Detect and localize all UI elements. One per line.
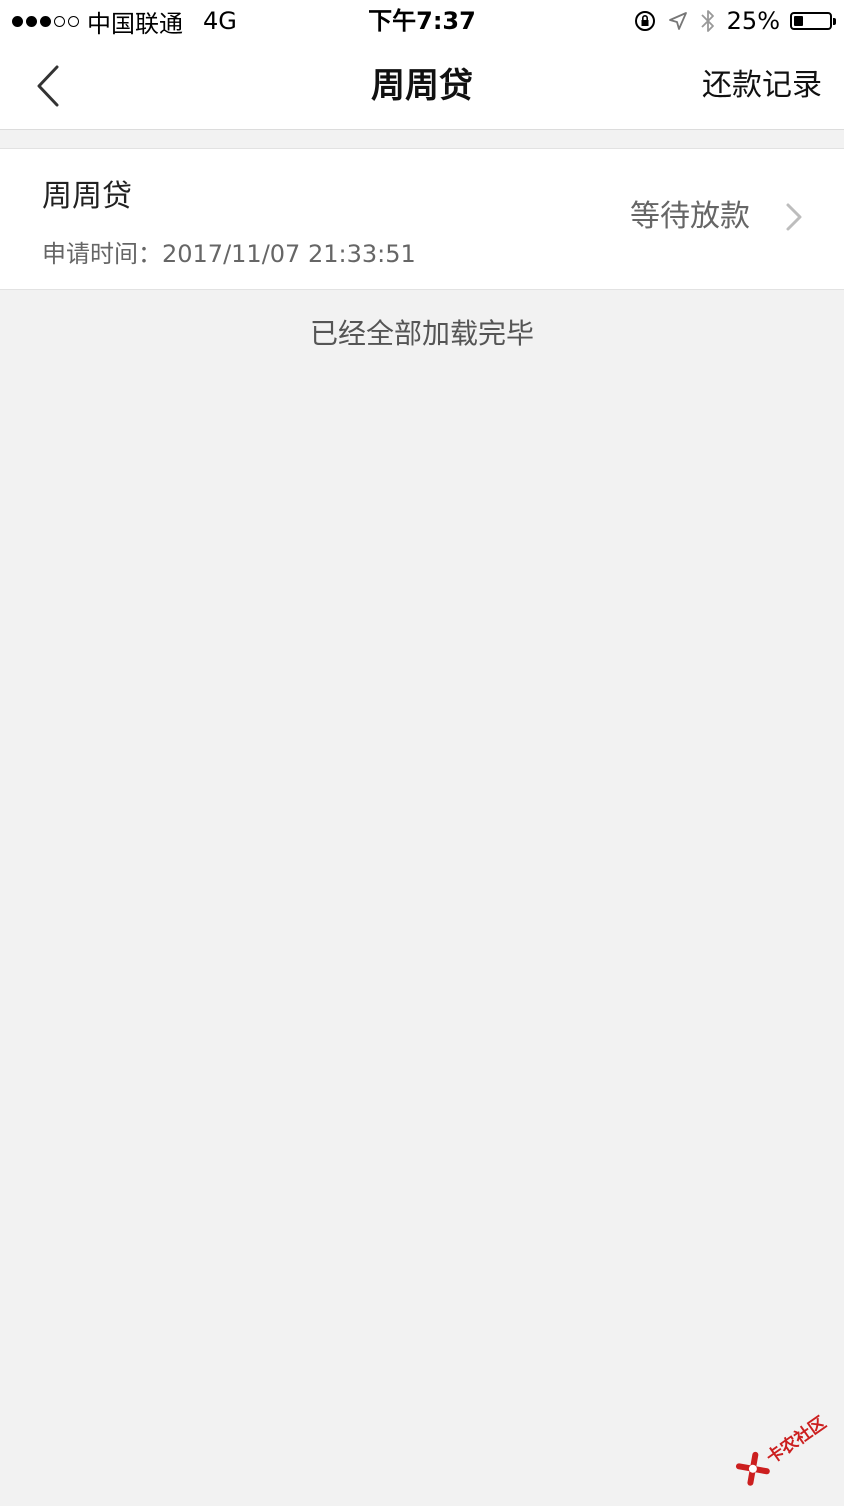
loan-status: 等待放款 xyxy=(630,199,750,234)
battery-tip xyxy=(833,18,836,25)
battery-level-fill xyxy=(794,16,803,26)
battery-percent: 25% xyxy=(726,7,780,35)
repayment-records-button[interactable]: 还款记录 xyxy=(702,62,822,110)
orientation-lock-icon xyxy=(634,11,655,31)
loan-apply-time: 申请时间：2017/11/07 21:33:51 xyxy=(42,240,416,268)
status-bar: 中国联通 4G 下午7:37 25% xyxy=(0,0,844,42)
bluetooth-icon xyxy=(701,10,714,32)
watermark-text-image: 卡农社区 xyxy=(762,1412,830,1468)
status-bar-right: 25% xyxy=(633,6,836,36)
svg-text:卡农社区: 卡农社区 xyxy=(762,1412,830,1468)
location-arrow-icon xyxy=(668,12,687,30)
battery-icon xyxy=(790,12,836,30)
watermark-logo: 卡农社区 xyxy=(721,1389,844,1506)
list-end-message: 已经全部加载完毕 xyxy=(309,317,534,350)
chevron-right-icon xyxy=(786,203,802,231)
loan-list-item[interactable]: 周周贷 申请时间：2017/11/07 21:33:51 等待放款 xyxy=(0,148,844,290)
loan-product-name: 周周贷 xyxy=(42,179,132,214)
navigation-bar: 周周贷 还款记录 xyxy=(0,42,844,130)
